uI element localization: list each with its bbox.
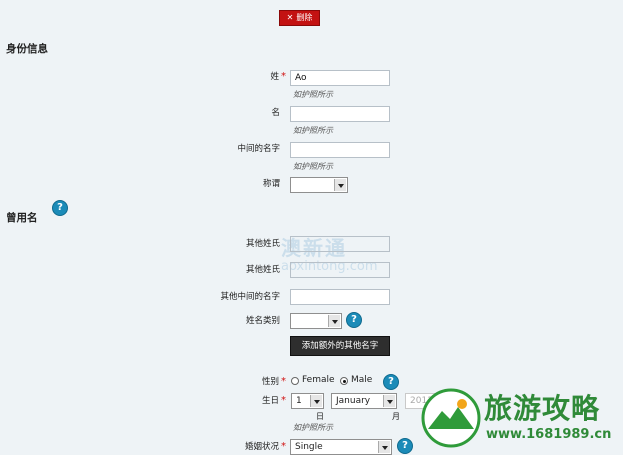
other-last-name2-label: 其他姓氏	[245, 265, 280, 275]
title-select[interactable]	[290, 177, 348, 193]
chevron-down-icon	[383, 395, 395, 407]
birthday-day-select[interactable]: 1	[291, 393, 324, 409]
birthday-day-caption: 日	[316, 412, 324, 421]
section-identity-title: 身份信息	[6, 43, 48, 55]
title-label: 称谓	[262, 179, 280, 189]
name-type-select[interactable]	[290, 313, 342, 329]
other-middle-name-input[interactable]	[290, 289, 390, 305]
add-other-name-button[interactable]: 添加额外的其他名字	[290, 336, 390, 356]
help-icon[interactable]: ?	[383, 374, 399, 390]
chevron-down-icon	[334, 179, 346, 191]
other-last-name2-input[interactable]	[290, 262, 390, 278]
logo-url: www.1681989.cn	[486, 427, 612, 442]
help-icon[interactable]: ?	[397, 438, 413, 454]
gender-male-label: Male	[351, 375, 373, 385]
last-name-hint: 如护照所示	[293, 90, 333, 99]
first-name-label: 名	[271, 108, 280, 118]
logo-mountain-icon	[421, 388, 481, 448]
birthday-month-select[interactable]: January	[331, 393, 397, 409]
chevron-down-icon	[378, 441, 390, 453]
name-type-label: 姓名类别	[245, 316, 280, 326]
first-name-input[interactable]	[290, 106, 390, 122]
birthday-hint: 如护照所示	[293, 423, 333, 432]
gender-female-label: Female	[302, 375, 335, 385]
section-alias-title: 曾用名	[6, 212, 38, 224]
last-name-label: 姓 *	[270, 71, 286, 82]
logo-name: 旅游攻略	[484, 392, 601, 425]
last-name-input[interactable]: Ao	[290, 70, 390, 86]
first-name-hint: 如护照所示	[293, 126, 333, 135]
birthday-month-caption: 月	[392, 412, 400, 421]
gender-female-radio[interactable]	[291, 377, 299, 385]
marital-status-label: 婚姻状况 *	[244, 441, 286, 452]
chevron-down-icon	[328, 315, 340, 327]
middle-name-input[interactable]	[290, 142, 390, 158]
site-logo: 旅游攻略 www.1681989.cn	[420, 383, 620, 451]
marital-status-select[interactable]: Single	[290, 439, 392, 455]
middle-name-hint: 如护照所示	[293, 162, 333, 171]
other-middle-name-label: 其他中间的名字	[220, 292, 280, 302]
help-icon[interactable]: ?	[346, 312, 362, 328]
delete-button[interactable]: ✕ 删除	[279, 10, 320, 26]
delete-label: 删除	[296, 13, 313, 22]
chevron-down-icon	[310, 395, 322, 407]
gender-label: 性别 *	[261, 376, 286, 387]
gender-male-radio[interactable]	[340, 377, 348, 385]
close-icon: ✕	[286, 13, 294, 22]
birthday-label: 生日 *	[261, 395, 286, 406]
other-last-name-label: 其他姓氏	[245, 239, 280, 249]
middle-name-label: 中间的名字	[237, 144, 280, 154]
help-icon[interactable]: ?	[52, 200, 68, 216]
other-last-name-input[interactable]	[290, 236, 390, 252]
